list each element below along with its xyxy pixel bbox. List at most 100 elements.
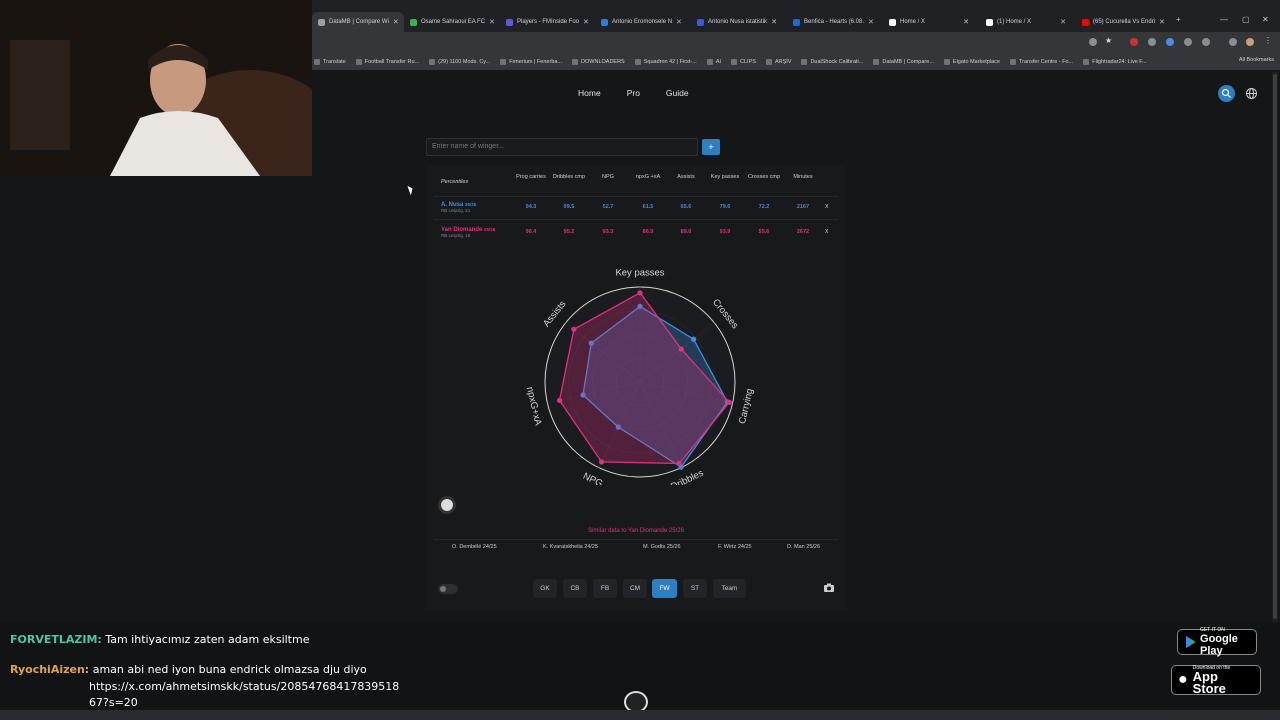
divider [434, 196, 838, 197]
download-icon[interactable] [1229, 38, 1237, 46]
bookmark-item[interactable]: DOWNLOADERS [572, 59, 625, 65]
bookmark-item[interactable]: Squadron 42 | First-... [634, 59, 697, 65]
bookmark-icon [706, 59, 713, 65]
browser-tab[interactable]: DataMB | Compare Wi ✕ [312, 12, 404, 32]
restore-icon[interactable]: ▢ [1242, 15, 1250, 24]
remove-player-button[interactable]: x [825, 203, 829, 210]
browser-tab[interactable]: Antonio Nusa istatistik ✕ [691, 14, 783, 30]
similar-player-link[interactable]: D. Man 25/26 [787, 544, 820, 550]
google-play-badge[interactable]: GET IT ON Google Play [1177, 627, 1257, 657]
tab-close-icon[interactable]: ✕ [676, 18, 682, 26]
similar-player-link[interactable]: F. Wirtz 24/25 [718, 544, 752, 550]
tab-title: Players - FMInside Foo [517, 19, 580, 25]
table-cell: 99.5 [563, 204, 575, 210]
chat-text-continued: https://x.com/ahmetsimskk/status/2085476… [89, 680, 400, 693]
tab-close-icon[interactable]: ✕ [963, 18, 969, 26]
similar-player-link[interactable]: K. Kvaratskhelia 24/25 [543, 544, 598, 550]
tab-title: Home / X [900, 19, 926, 25]
all-bookmarks[interactable]: All Bookmarks [1239, 57, 1274, 63]
browser-tab[interactable]: Benfica - Hearts (6.08. ✕ [787, 14, 879, 30]
tab-close-icon[interactable]: ✕ [771, 18, 777, 26]
browser-tab[interactable]: Players - FMInside Foo ✕ [500, 14, 592, 30]
column-header[interactable]: NPG [590, 174, 626, 181]
theme-toggle[interactable] [438, 584, 458, 594]
bookmark-icon [314, 59, 320, 65]
tab-close-icon[interactable]: ✕ [1060, 18, 1066, 26]
nav-guide[interactable]: Guide [666, 88, 689, 98]
column-header[interactable]: Dribbles cmp [551, 174, 587, 181]
position-button[interactable]: FW [652, 579, 677, 598]
winger-search-input[interactable]: Enter name of winger... [426, 138, 698, 156]
add-player-button[interactable]: + [702, 139, 720, 155]
nav-pro[interactable]: Pro [627, 88, 640, 98]
tab-close-icon[interactable]: ✕ [868, 18, 874, 26]
position-button[interactable]: CM [623, 579, 647, 598]
close-window-icon[interactable]: ✕ [1262, 15, 1269, 24]
position-button[interactable]: Team [713, 579, 746, 598]
extension-icon[interactable] [1148, 38, 1156, 46]
similar-player-link[interactable]: M. Godts 25/26 [643, 544, 681, 550]
search-icon[interactable] [1218, 85, 1235, 102]
tab-close-icon[interactable]: ✕ [583, 18, 589, 26]
chat-username: RyochiAizen: [10, 663, 90, 676]
bookmark-label: Transfer Centre - Fo... [1019, 59, 1074, 65]
column-header[interactable]: Crosses cmp [746, 174, 782, 181]
browser-tab[interactable]: (65) Cucurella Vs Endri ✕ [1076, 14, 1168, 30]
tab-title: (1) Home / X [997, 19, 1032, 25]
bookmark-label: DualShock Calibrati... [810, 59, 864, 65]
column-header[interactable]: Prog carries [513, 174, 549, 181]
table-cell: 86.9 [642, 229, 654, 235]
tab-close-icon[interactable]: ✕ [489, 18, 495, 26]
bookmark-item[interactable]: Fenerium | Fenerba... [500, 59, 562, 65]
bookmark-item[interactable]: Transfer Centre - Fo... [1010, 59, 1073, 65]
similar-player-link[interactable]: O. Dembélé 24/25 [452, 544, 497, 550]
bookmark-item[interactable]: Elgato Marketplace [943, 59, 1000, 65]
minimize-icon[interactable]: — [1220, 15, 1228, 24]
tab-favicon-icon [410, 18, 417, 26]
bookmark-item[interactable]: DataMB | Compare... [873, 59, 934, 65]
column-header[interactable]: npxG +xA [630, 174, 666, 181]
star-icon[interactable]: ★ [1105, 36, 1113, 45]
table-cell: 61.5 [642, 204, 654, 210]
bookmark-item[interactable]: Football Transfer Ru... [355, 59, 419, 65]
column-header[interactable]: Assists [668, 174, 704, 181]
bookmark-item[interactable]: Translate [314, 59, 346, 65]
browser-tab[interactable]: Osame Sahraoui EA FC ✕ [404, 14, 496, 30]
nav-home[interactable]: Home [578, 88, 601, 98]
bookmark-item[interactable]: CLIPS [731, 59, 756, 65]
extension-icon[interactable] [1184, 38, 1192, 46]
column-header[interactable]: Key passes [707, 174, 743, 181]
position-button[interactable]: ST [683, 579, 707, 598]
app-store-badge[interactable]: ● Download on the App Store [1171, 665, 1261, 695]
camera-icon[interactable] [820, 582, 838, 596]
remove-player-button[interactable]: x [825, 228, 829, 235]
browser-tab[interactable]: Antonio Eromonsele N ✕ [595, 14, 687, 30]
chat-text: aman abi ned iyon buna endrick olmazsa d… [92, 663, 367, 676]
puzzle-icon[interactable] [1202, 38, 1210, 46]
bookmark-item[interactable]: DualShock Calibrati... [801, 59, 863, 65]
scrollbar-thumb[interactable] [1273, 74, 1277, 619]
column-header[interactable]: Minutes [785, 174, 821, 181]
browser-tab[interactable]: Home / X ✕ [883, 14, 975, 30]
tab-favicon-icon [793, 18, 800, 26]
bookmark-item[interactable]: AI [706, 59, 721, 65]
new-tab-icon[interactable]: + [1176, 15, 1181, 24]
menu-icon[interactable]: ⋮ [1264, 36, 1272, 45]
webcam-person-image [0, 0, 312, 176]
profile-avatar[interactable] [1246, 38, 1254, 46]
tab-title: Antonio Eromonsele N [612, 19, 673, 25]
bookmark-item[interactable]: (29) 1100 Mods. Cy... [429, 59, 490, 65]
position-button[interactable]: FB [593, 579, 617, 598]
bookmark-item[interactable]: Flightradar24: Live F... [1083, 59, 1147, 65]
position-button[interactable]: GK [533, 579, 557, 598]
position-button[interactable]: CB [563, 579, 587, 598]
extension-icon[interactable] [1130, 38, 1138, 46]
bookmark-item[interactable]: ARŞİV [765, 59, 791, 65]
globe-icon[interactable] [1243, 85, 1260, 102]
table-cell: 2672 [796, 229, 810, 235]
extension-icon[interactable] [1166, 38, 1174, 46]
translate-icon[interactable] [1089, 38, 1097, 46]
tab-close-icon[interactable]: ✕ [393, 18, 399, 26]
browser-tab[interactable]: (1) Home / X ✕ [980, 14, 1072, 30]
tab-close-icon[interactable]: ✕ [1159, 18, 1165, 26]
